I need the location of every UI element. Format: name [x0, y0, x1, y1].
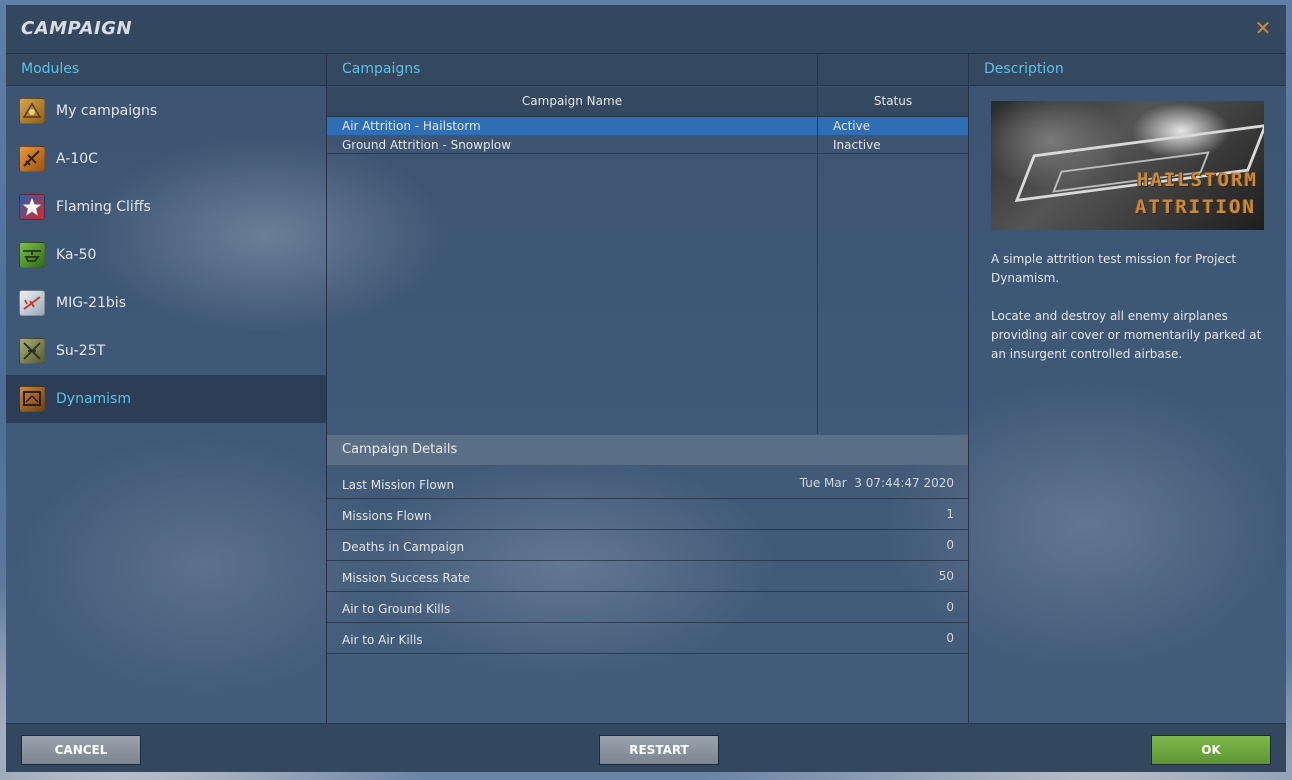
detail-row-air-to-air: Air to Air Kills 0: [327, 623, 968, 654]
detail-value: 1: [946, 507, 954, 521]
module-label: Dynamism: [56, 391, 131, 407]
module-label: My campaigns: [56, 103, 158, 119]
detail-value: 0: [946, 600, 954, 614]
restart-button[interactable]: RESTART: [599, 735, 719, 765]
campaign-name-cell: Ground Attrition - Snowplow: [342, 138, 512, 152]
module-label: MIG-21bis: [56, 295, 126, 311]
panel-divider-right: [968, 54, 969, 723]
detail-value: 50: [938, 569, 954, 583]
ok-button[interactable]: OK: [1151, 735, 1271, 765]
module-label: A-10C: [56, 151, 98, 167]
su25t-module-icon: [19, 338, 45, 364]
detail-value: 0: [946, 538, 954, 552]
cancel-button[interactable]: CANCEL: [21, 735, 141, 765]
module-item-mig21bis[interactable]: MIG-21bis: [6, 279, 326, 327]
campaign-preview-image: HAILSTORM ATTRITION: [991, 101, 1264, 230]
campaigns-header: Campaigns: [327, 54, 968, 86]
detail-label: Last Mission Flown: [342, 478, 455, 492]
a10c-module-icon: [19, 146, 45, 172]
campaign-logo-line1: HAILSTORM: [1137, 169, 1258, 191]
detail-label: Air to Air Kills: [342, 633, 423, 647]
detail-label: Missions Flown: [342, 509, 432, 523]
module-item-a10c[interactable]: A-10C: [6, 135, 326, 183]
campaign-name-cell: Air Attrition - Hailstorm: [342, 119, 481, 133]
detail-row-success-rate: Mission Success Rate 50: [327, 561, 968, 592]
detail-row-last-mission: Last Mission Flown Tue Mar 3 07:44:47 20…: [327, 468, 968, 499]
modules-header: Modules: [6, 54, 326, 86]
module-label: Ka-50: [56, 247, 97, 263]
description-paragraph: Locate and destroy all enemy airplanes p…: [991, 309, 1262, 361]
campaign-status-cell: Inactive: [833, 138, 881, 152]
title-bar: CAMPAIGN ✕: [6, 5, 1286, 54]
footer-bar: CANCEL RESTART OK: [6, 723, 1286, 772]
module-item-my-campaigns[interactable]: My campaigns: [6, 87, 326, 135]
module-label: Flaming Cliffs: [56, 199, 151, 215]
description-paragraph: A simple attrition test mission for Proj…: [991, 252, 1237, 285]
campaigns-table-header: Campaign Name Status: [327, 87, 968, 117]
ka50-module-icon: [19, 242, 45, 268]
folder-star-icon: [19, 98, 45, 124]
detail-label: Mission Success Rate: [342, 571, 470, 585]
campaign-status-cell: Active: [833, 119, 871, 133]
campaign-window: CAMPAIGN ✕ Modules Campaigns Description…: [6, 5, 1286, 772]
table-row[interactable]: Ground Attrition - Snowplow Inactive: [327, 136, 968, 154]
module-item-dynamism[interactable]: Dynamism: [6, 375, 326, 423]
campaigns-header-label: Campaigns: [342, 61, 421, 77]
detail-row-deaths: Deaths in Campaign 0: [327, 530, 968, 561]
detail-value: Tue Mar 3 07:44:47 2020: [799, 476, 954, 490]
module-item-su25t[interactable]: Su-25T: [6, 327, 326, 375]
table-row[interactable]: Air Attrition - Hailstorm Active: [327, 117, 968, 135]
window-title: CAMPAIGN: [21, 18, 133, 39]
detail-row-missions-flown: Missions Flown 1: [327, 499, 968, 530]
close-icon[interactable]: ✕: [1252, 17, 1274, 39]
detail-row-air-to-ground: Air to Ground Kills 0: [327, 592, 968, 623]
campaign-details-header: Campaign Details: [327, 435, 968, 465]
status-column-divider: [817, 87, 818, 434]
module-label: Su-25T: [56, 343, 106, 359]
mig21-module-icon: [19, 290, 45, 316]
campaigns-table: Campaign Name Status Air Attrition - Hai…: [327, 87, 968, 434]
campaigns-header-divider: [817, 54, 818, 86]
module-item-ka50[interactable]: Ka-50: [6, 231, 326, 279]
flaming-cliffs-star-icon: [19, 194, 45, 220]
detail-label: Deaths in Campaign: [342, 540, 465, 554]
column-header-campaign-name[interactable]: Campaign Name: [327, 87, 817, 116]
column-header-status[interactable]: Status: [818, 87, 968, 116]
campaign-logo-line2: ATTRITION: [1135, 196, 1256, 218]
module-item-flaming-cliffs[interactable]: Flaming Cliffs: [6, 183, 326, 231]
detail-value: 0: [946, 631, 954, 645]
dynamism-module-icon: [19, 386, 45, 412]
description-header: Description: [969, 54, 1286, 86]
detail-label: Air to Ground Kills: [342, 602, 451, 616]
row-separator: [327, 153, 968, 154]
campaign-description: A simple attrition test mission for Proj…: [991, 250, 1266, 383]
modules-list: My campaigns A-10C Flaming Cliffs Ka-50 …: [6, 87, 326, 423]
